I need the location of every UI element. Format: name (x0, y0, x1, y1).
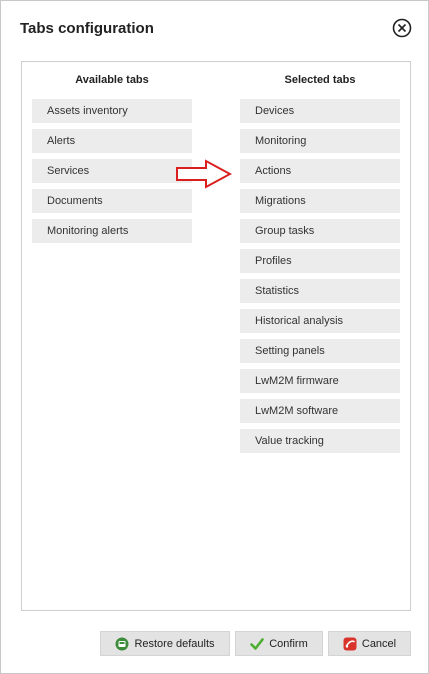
restore-defaults-label: Restore defaults (134, 637, 215, 650)
right-arrow-icon (176, 159, 232, 189)
available-tab-item[interactable]: Monitoring alerts (32, 219, 192, 243)
cancel-icon (343, 637, 357, 651)
available-tab-item[interactable]: Documents (32, 189, 192, 213)
confirm-label: Confirm (269, 637, 308, 650)
cancel-button[interactable]: Cancel (328, 631, 411, 656)
available-tab-item[interactable]: Services (32, 159, 192, 183)
selected-tab-item[interactable]: Value tracking (240, 429, 400, 453)
restore-icon (115, 637, 129, 651)
selected-tab-item[interactable]: Migrations (240, 189, 400, 213)
tabs-configuration-dialog: Tabs configuration Available tabs Select… (0, 0, 429, 674)
available-tabs-list: Assets inventory Alerts Services Documen… (32, 99, 192, 249)
selected-tab-item[interactable]: Statistics (240, 279, 400, 303)
selected-tab-item[interactable]: LwM2M firmware (240, 369, 400, 393)
selected-tab-item[interactable]: Actions (240, 159, 400, 183)
selected-tab-item[interactable]: Profiles (240, 249, 400, 273)
selected-tab-item[interactable]: Devices (240, 99, 400, 123)
dialog-title: Tabs configuration (20, 20, 154, 37)
tabs-panel: Available tabs Selected tabs Assets inve… (21, 61, 411, 611)
selected-tab-item[interactable]: Setting panels (240, 339, 400, 363)
selected-tab-item[interactable]: Group tasks (240, 219, 400, 243)
selected-tab-item[interactable]: Monitoring (240, 129, 400, 153)
available-tab-item[interactable]: Alerts (32, 129, 192, 153)
checkmark-icon (250, 637, 265, 651)
selected-tab-item[interactable]: LwM2M software (240, 399, 400, 423)
selected-tab-item[interactable]: Historical analysis (240, 309, 400, 333)
restore-defaults-button[interactable]: Restore defaults (100, 631, 230, 656)
selected-tabs-header: Selected tabs (284, 74, 356, 86)
selected-tabs-list: Devices Monitoring Actions Migrations Gr… (240, 99, 400, 459)
confirm-button[interactable]: Confirm (235, 631, 323, 656)
close-icon[interactable] (392, 18, 412, 38)
available-tab-item[interactable]: Assets inventory (32, 99, 192, 123)
cancel-label: Cancel (361, 637, 397, 650)
available-tabs-header: Available tabs (75, 74, 149, 86)
